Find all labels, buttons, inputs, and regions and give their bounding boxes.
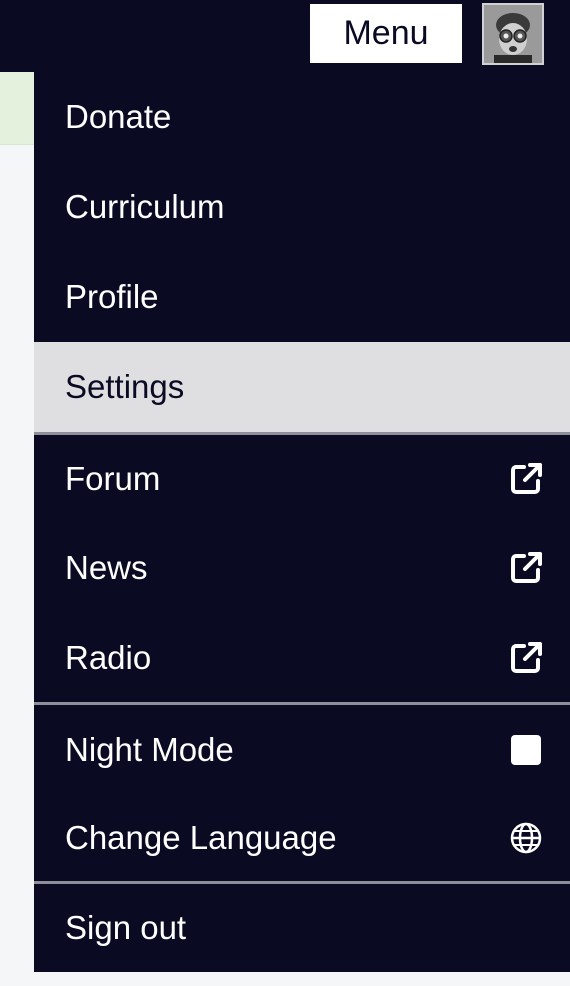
menu-item-forum[interactable]: Forum	[34, 435, 570, 523]
nav-dropdown-menu: Donate Curriculum Profile Settings Forum…	[34, 72, 570, 972]
external-link-icon	[508, 640, 544, 676]
menu-item-label: Settings	[65, 368, 185, 405]
menu-button[interactable]: Menu	[310, 4, 462, 63]
menu-item-label: Profile	[65, 278, 159, 315]
menu-item-label: Curriculum	[65, 188, 225, 225]
menu-item-sign-out[interactable]: Sign out	[34, 884, 570, 972]
menu-item-change-language[interactable]: Change Language	[34, 795, 570, 881]
page-banner-strip	[0, 72, 34, 145]
menu-item-night-mode[interactable]: Night Mode	[34, 705, 570, 795]
globe-icon	[508, 820, 544, 856]
menu-item-profile[interactable]: Profile	[34, 252, 570, 342]
menu-item-news[interactable]: News	[34, 523, 570, 613]
menu-item-label: Night Mode	[65, 731, 234, 768]
external-link-icon	[508, 461, 544, 497]
menu-item-label: Sign out	[65, 909, 187, 946]
menu-item-label: Change Language	[65, 819, 337, 856]
avatar[interactable]	[482, 3, 544, 65]
external-link-icon	[508, 550, 544, 586]
menu-item-curriculum[interactable]: Curriculum	[34, 162, 570, 252]
top-navigation-bar: Menu	[0, 0, 570, 72]
night-mode-checkbox[interactable]	[508, 732, 544, 768]
menu-item-settings[interactable]: Settings	[34, 342, 570, 435]
menu-item-donate[interactable]: Donate	[34, 72, 570, 162]
menu-item-label: News	[65, 549, 148, 586]
menu-item-label: Forum	[65, 460, 161, 497]
menu-item-label: Donate	[65, 98, 172, 135]
menu-item-label: Radio	[65, 638, 152, 676]
menu-item-radio[interactable]: Radio	[34, 613, 570, 702]
avatar-image	[484, 5, 542, 63]
